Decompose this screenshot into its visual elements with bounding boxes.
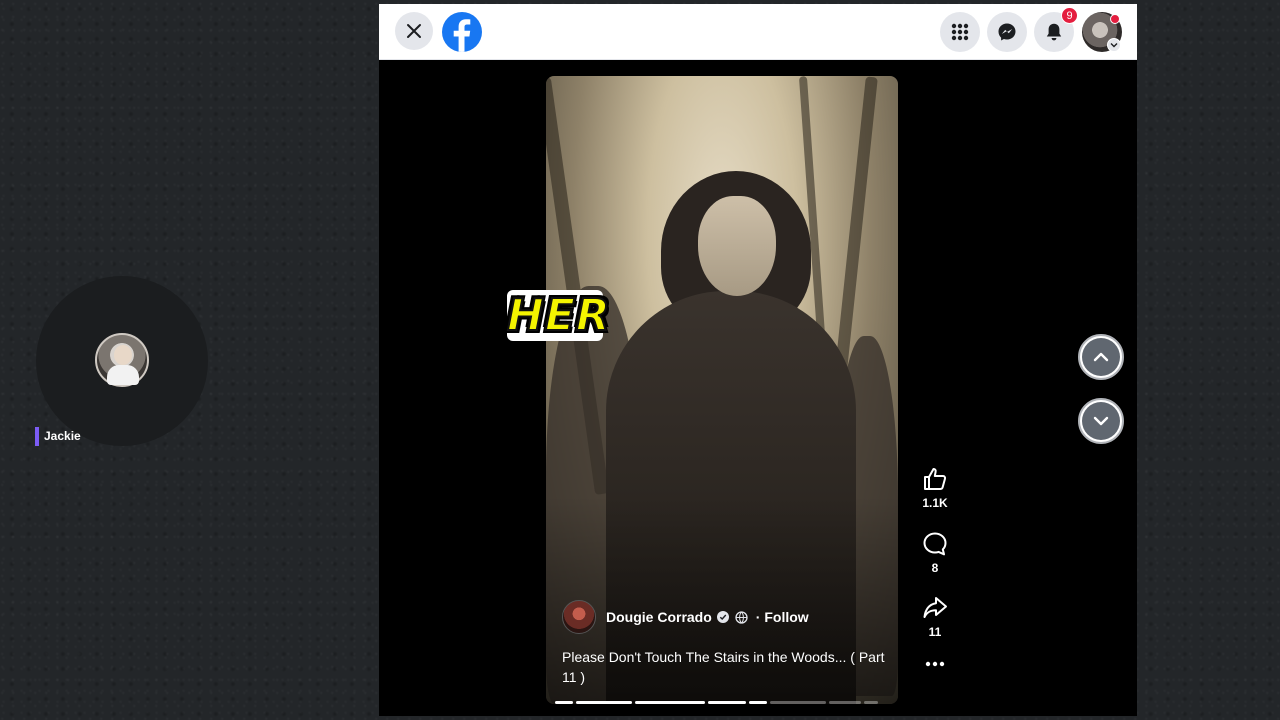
chevron-down-icon	[1110, 43, 1118, 48]
comment-icon	[923, 532, 947, 556]
author-name[interactable]: Dougie Corrado	[606, 609, 712, 625]
messenger-icon	[998, 23, 1016, 41]
like-button[interactable]: 1.1K	[913, 466, 957, 510]
top-bar: 9	[379, 4, 1137, 60]
reels-viewer: 9 HER Dougie Corrado · Follow Please Don…	[379, 4, 1137, 716]
reel-progress-bar	[555, 701, 889, 704]
verified-badge-icon	[716, 611, 729, 623]
facebook-f-icon	[453, 19, 471, 52]
share-count: 11	[928, 625, 942, 639]
notification-badge: 9	[1061, 7, 1078, 24]
share-icon	[923, 597, 947, 618]
video-caption-word: HER	[506, 289, 611, 342]
reel-description[interactable]: Please Don't Touch The Stairs in the Woo…	[562, 647, 892, 687]
bell-icon	[1046, 23, 1062, 41]
follow-button[interactable]: · Follow	[756, 609, 809, 625]
share-button[interactable]: 11	[913, 595, 957, 639]
close-button[interactable]	[395, 12, 433, 50]
grid-menu-icon	[951, 23, 969, 41]
profile-status-dot	[1110, 14, 1120, 24]
previous-reel-button[interactable]	[1078, 334, 1124, 380]
facebook-logo[interactable]	[442, 12, 482, 52]
messenger-button[interactable]	[987, 12, 1027, 52]
thumbs-up-icon	[924, 468, 947, 490]
webcam-avatar	[95, 333, 149, 387]
comment-button[interactable]: 8	[913, 531, 957, 575]
webcam-name-label: Jackie	[35, 427, 81, 446]
more-icon	[925, 661, 945, 667]
reel-author-row: Dougie Corrado · Follow	[562, 600, 809, 634]
chevron-up-icon	[1093, 352, 1109, 362]
menu-button[interactable]	[940, 12, 980, 52]
globe-icon	[735, 610, 748, 624]
more-options-button[interactable]	[913, 660, 957, 668]
profile-menu-chevron[interactable]	[1107, 38, 1121, 52]
author-avatar[interactable]	[562, 600, 596, 634]
next-reel-button[interactable]	[1078, 398, 1124, 444]
close-icon	[407, 24, 421, 38]
chevron-down-icon	[1093, 416, 1109, 426]
comment-count: 8	[931, 561, 939, 575]
like-count: 1.1K	[922, 496, 948, 510]
